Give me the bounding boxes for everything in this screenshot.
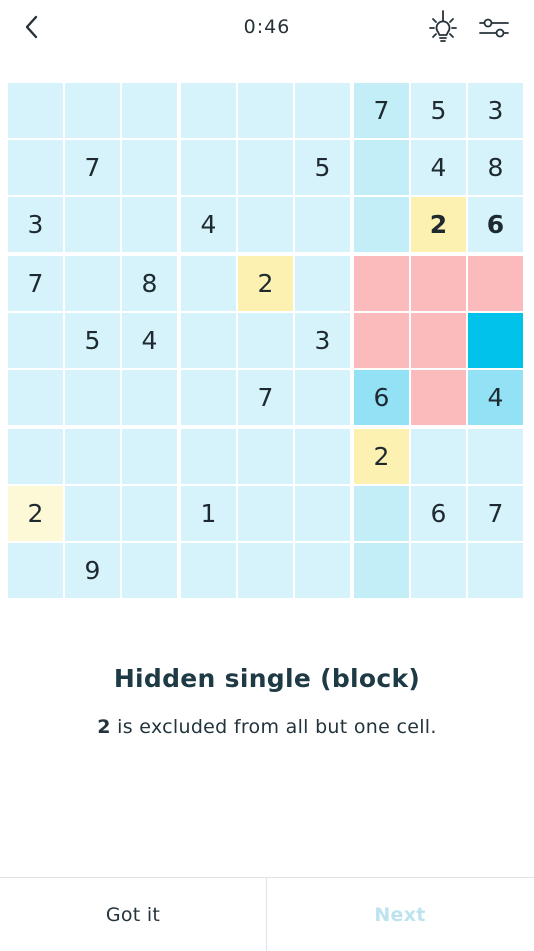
sudoku-cell-r7c8[interactable] <box>411 429 466 484</box>
hint-title: Hidden single (block) <box>113 664 421 693</box>
sudoku-cell-r1c3[interactable] <box>122 83 177 138</box>
sudoku-cell-r6c8[interactable] <box>411 370 466 425</box>
sudoku-cell-r7c3[interactable] <box>122 429 177 484</box>
sudoku-cell-r1c8[interactable]: 5 <box>411 83 466 138</box>
sudoku-cell-r9c1[interactable] <box>8 543 63 598</box>
sudoku-cell-r2c4[interactable] <box>181 140 236 195</box>
sudoku-cell-r4c3[interactable]: 8 <box>122 256 177 311</box>
sudoku-cell-r9c8[interactable] <box>411 543 466 598</box>
sudoku-cell-r8c2[interactable] <box>65 486 120 541</box>
sudoku-cell-r5c6[interactable]: 3 <box>295 313 350 368</box>
sudoku-cell-r2c8[interactable]: 4 <box>411 140 466 195</box>
sudoku-cell-r9c5[interactable] <box>238 543 293 598</box>
sudoku-cell-r8c9[interactable]: 7 <box>468 486 523 541</box>
sudoku-cell-r5c3[interactable]: 4 <box>122 313 177 368</box>
sudoku-cell-r4c4[interactable] <box>181 256 236 311</box>
sudoku-cell-r5c5[interactable] <box>238 313 293 368</box>
sudoku-cell-r9c3[interactable] <box>122 543 177 598</box>
sudoku-cell-r9c6[interactable] <box>295 543 350 598</box>
sudoku-cell-r1c5[interactable] <box>238 83 293 138</box>
sudoku-cell-r2c3[interactable] <box>122 140 177 195</box>
sudoku-cell-r3c5[interactable] <box>238 197 293 252</box>
sudoku-cell-r1c9[interactable]: 3 <box>468 83 523 138</box>
sudoku-cell-r9c9[interactable] <box>468 543 523 598</box>
sudoku-cell-r6c1[interactable] <box>8 370 63 425</box>
sudoku-cell-r5c1[interactable] <box>8 313 63 368</box>
sudoku-cell-r3c6[interactable] <box>295 197 350 252</box>
sudoku-cell-r8c6[interactable] <box>295 486 350 541</box>
hint-text: is excluded from all but one cell. <box>117 716 437 738</box>
lightbulb-icon <box>429 10 457 42</box>
hint-digit: 2 <box>97 716 111 738</box>
sudoku-cell-r2c2[interactable]: 7 <box>65 140 120 195</box>
hint-description: 2 is excluded from all but one cell. <box>0 716 534 738</box>
sudoku-board: 75375483426782543764221679 <box>8 83 526 601</box>
sudoku-cell-r1c6[interactable] <box>295 83 350 138</box>
sudoku-cell-r1c2[interactable] <box>65 83 120 138</box>
sudoku-cell-r7c2[interactable] <box>65 429 120 484</box>
sudoku-cell-r8c3[interactable] <box>122 486 177 541</box>
sudoku-cell-r8c5[interactable] <box>238 486 293 541</box>
hint-button[interactable] <box>425 8 461 48</box>
sudoku-cell-r6c3[interactable] <box>122 370 177 425</box>
sudoku-cell-r9c4[interactable] <box>181 543 236 598</box>
sliders-icon <box>479 18 509 38</box>
sudoku-cell-r4c1[interactable]: 7 <box>8 256 63 311</box>
sudoku-cell-r2c9[interactable]: 8 <box>468 140 523 195</box>
sudoku-cell-r8c4[interactable]: 1 <box>181 486 236 541</box>
top-bar: 0:46 <box>0 0 534 56</box>
sudoku-cell-r6c4[interactable] <box>181 370 236 425</box>
sudoku-cell-r2c5[interactable] <box>238 140 293 195</box>
sudoku-cell-r5c2[interactable]: 5 <box>65 313 120 368</box>
sudoku-cell-r5c4[interactable] <box>181 313 236 368</box>
settings-button[interactable] <box>476 12 512 44</box>
sudoku-cell-r2c1[interactable] <box>8 140 63 195</box>
sudoku-cell-r3c8[interactable]: 2 <box>411 197 466 252</box>
sudoku-cell-r6c9[interactable]: 4 <box>468 370 523 425</box>
sudoku-cell-r7c4[interactable] <box>181 429 236 484</box>
sudoku-cell-r5c9[interactable] <box>468 313 523 368</box>
sudoku-cell-r4c5[interactable]: 2 <box>238 256 293 311</box>
sudoku-cell-r6c5[interactable]: 7 <box>238 370 293 425</box>
sudoku-cell-r1c1[interactable] <box>8 83 63 138</box>
sudoku-cell-r3c1[interactable]: 3 <box>8 197 63 252</box>
sudoku-cell-r9c2[interactable]: 9 <box>65 543 120 598</box>
sudoku-cell-r2c6[interactable]: 5 <box>295 140 350 195</box>
sudoku-cell-r7c7[interactable]: 2 <box>354 429 409 484</box>
sudoku-cell-r1c4[interactable] <box>181 83 236 138</box>
sudoku-cell-r2c7[interactable] <box>354 140 409 195</box>
sudoku-cell-r4c7[interactable] <box>354 256 409 311</box>
sudoku-cell-r7c1[interactable] <box>8 429 63 484</box>
sudoku-cell-r5c7[interactable] <box>354 313 409 368</box>
sudoku-cell-r3c9[interactable]: 6 <box>468 197 523 252</box>
next-button[interactable]: Next <box>267 878 533 951</box>
sudoku-cell-r4c6[interactable] <box>295 256 350 311</box>
got-it-button[interactable]: Got it <box>0 878 266 951</box>
sudoku-cell-r7c5[interactable] <box>238 429 293 484</box>
sudoku-cell-r9c7[interactable] <box>354 543 409 598</box>
sudoku-cell-r7c9[interactable] <box>468 429 523 484</box>
sudoku-cell-r8c8[interactable]: 6 <box>411 486 466 541</box>
sudoku-cell-r8c7[interactable] <box>354 486 409 541</box>
sudoku-cell-r3c4[interactable]: 4 <box>181 197 236 252</box>
sudoku-cell-r6c7[interactable]: 6 <box>354 370 409 425</box>
sudoku-cell-r7c6[interactable] <box>295 429 350 484</box>
sudoku-cell-r4c2[interactable] <box>65 256 120 311</box>
sudoku-cell-r3c2[interactable] <box>65 197 120 252</box>
sudoku-cell-r3c3[interactable] <box>122 197 177 252</box>
sudoku-cell-r8c1[interactable]: 2 <box>8 486 63 541</box>
bottom-bar: Got it Next <box>0 877 534 951</box>
sudoku-cell-r6c2[interactable] <box>65 370 120 425</box>
sudoku-cell-r6c6[interactable] <box>295 370 350 425</box>
sudoku-cell-r4c8[interactable] <box>411 256 466 311</box>
sudoku-cell-r3c7[interactable] <box>354 197 409 252</box>
sudoku-cell-r4c9[interactable] <box>468 256 523 311</box>
sudoku-cell-r5c8[interactable] <box>411 313 466 368</box>
sudoku-cell-r1c7[interactable]: 7 <box>354 83 409 138</box>
